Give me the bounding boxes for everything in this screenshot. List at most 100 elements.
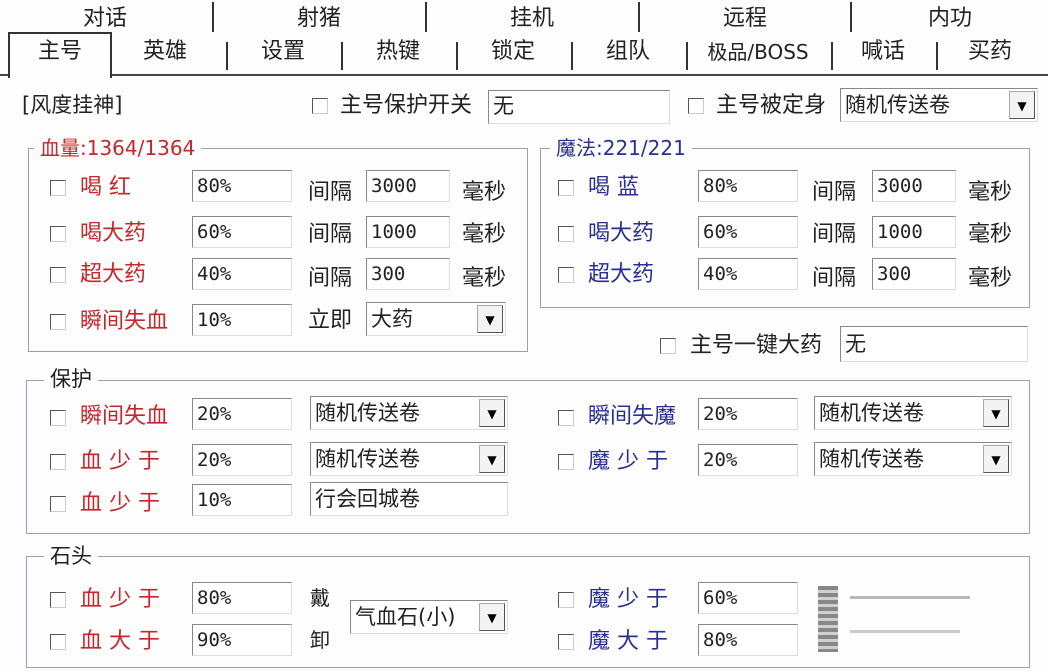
mp-row-checkbox[interactable] — [558, 267, 574, 283]
tab-bar-main: 主号 英雄 设置 热键 锁定 组队 极品/BOSS 喊话 买药 — [0, 32, 1048, 78]
hp-instant-now-label: 立即 — [308, 308, 353, 333]
mp-row-percent[interactable]: 80% — [698, 170, 798, 202]
hp-row-interval[interactable]: 300 — [366, 258, 450, 290]
protect-left-checkbox[interactable] — [50, 410, 66, 426]
protect-left-select-value: 随机传送卷 — [315, 401, 420, 425]
page-title: [风度挂神] — [22, 93, 123, 117]
protect-left-select[interactable]: 行会回城卷 — [310, 482, 508, 516]
protect-left-checkbox[interactable] — [50, 496, 66, 512]
stone-right-percent[interactable]: 60% — [698, 582, 798, 614]
frozen-select[interactable]: 随机传送卷 ▼ — [840, 88, 1038, 122]
hp-row-label: 喝 红 — [80, 175, 131, 200]
hp-row-checkbox[interactable] — [50, 226, 66, 242]
hp-row-checkbox[interactable] — [50, 180, 66, 196]
protect-left-checkbox[interactable] — [50, 454, 66, 470]
protect-right-select[interactable]: 随机传送卷 ▼ — [814, 396, 1012, 430]
obscured-line — [850, 596, 970, 599]
hp-instant-select[interactable]: 大药 ▼ — [366, 302, 506, 336]
mp-row-unit: 毫秒 — [968, 180, 1013, 205]
mp-row-interval-label: 间隔 — [812, 222, 857, 247]
mp-group-legend: 魔法:221/221 — [550, 137, 692, 159]
tab-hero[interactable]: 英雄 — [112, 34, 218, 72]
tab-shout[interactable]: 喊话 — [833, 34, 933, 72]
protect-right-select-value: 随机传送卷 — [819, 447, 924, 471]
mp-row-label: 超大药 — [588, 262, 655, 287]
hp-row-interval[interactable]: 1000 — [366, 216, 450, 248]
stone-unequip-label: 卸 — [310, 628, 330, 652]
chevron-down-icon[interactable]: ▼ — [479, 603, 505, 631]
mp-row-checkbox[interactable] — [558, 226, 574, 242]
stone-left-percent[interactable]: 90% — [192, 624, 292, 656]
chevron-down-icon[interactable]: ▼ — [479, 445, 505, 473]
chevron-down-icon[interactable]: ▼ — [983, 399, 1009, 427]
tab-team[interactable]: 组队 — [573, 34, 683, 72]
protect-left-percent[interactable]: 20% — [192, 444, 292, 476]
hp-instant-label: 瞬间失血 — [80, 309, 169, 334]
tab-lock[interactable]: 锁定 — [458, 34, 568, 72]
frozen-label: 主号被定身 — [716, 93, 827, 118]
hp-row-interval-label: 间隔 — [308, 180, 353, 205]
tab-chat[interactable]: 对话 — [0, 0, 210, 34]
mp-row-interval[interactable]: 300 — [872, 258, 956, 290]
hp-row-percent[interactable]: 40% — [192, 258, 292, 290]
stone-left-percent[interactable]: 80% — [192, 582, 292, 614]
tab-shoot-pig[interactable]: 射猪 — [214, 0, 424, 34]
stone-equip-label: 戴 — [310, 586, 330, 610]
obscured-line — [850, 630, 960, 633]
hp-row-interval-label: 间隔 — [308, 266, 353, 291]
hp-row-interval[interactable]: 3000 — [366, 170, 450, 202]
tab-bar-top: 对话 射猪 挂机 远程 内功 — [0, 0, 1048, 34]
stone-left-checkbox[interactable] — [50, 634, 66, 650]
protect-right-percent[interactable]: 20% — [698, 398, 798, 430]
stone-right-checkbox[interactable] — [558, 592, 574, 608]
tab-buy-potion[interactable]: 买药 — [938, 34, 1042, 72]
hp-row-percent[interactable]: 80% — [192, 170, 292, 202]
protect-right-checkbox[interactable] — [558, 410, 574, 426]
hp-instant-percent[interactable]: 10% — [192, 304, 292, 336]
stone-type-select-value: 气血石(小) — [355, 605, 456, 629]
frozen-checkbox[interactable] — [688, 98, 704, 114]
chevron-down-icon[interactable]: ▼ — [477, 305, 503, 333]
hp-row-percent[interactable]: 60% — [192, 216, 292, 248]
protect-left-select[interactable]: 随机传送卷 ▼ — [310, 396, 508, 430]
one-key-label: 主号一键大药 — [690, 333, 823, 358]
chevron-down-icon[interactable]: ▼ — [479, 399, 505, 427]
protect-left-percent[interactable]: 20% — [192, 398, 292, 430]
protect-switch-label: 主号保护开关 — [340, 93, 473, 118]
one-key-field[interactable]: 无 — [840, 326, 1028, 362]
mp-row-unit: 毫秒 — [968, 266, 1013, 291]
protect-switch-field[interactable]: 无 — [488, 90, 670, 124]
hp-row-checkbox[interactable] — [50, 267, 66, 283]
protect-right-select[interactable]: 随机传送卷 ▼ — [814, 442, 1012, 476]
protect-left-select-value: 随机传送卷 — [315, 447, 420, 471]
stone-left-label: 血 少 于 — [80, 587, 160, 612]
chevron-down-icon[interactable]: ▼ — [983, 445, 1009, 473]
protect-right-percent[interactable]: 20% — [698, 444, 798, 476]
protect-left-select[interactable]: 随机传送卷 ▼ — [310, 442, 508, 476]
tab-auto[interactable]: 挂机 — [427, 0, 637, 34]
chevron-down-icon[interactable]: ▼ — [1009, 91, 1035, 119]
tab-remote[interactable]: 远程 — [640, 0, 850, 34]
protect-right-checkbox[interactable] — [558, 454, 574, 470]
stone-right-percent[interactable]: 80% — [698, 624, 798, 656]
mp-row-checkbox[interactable] — [558, 180, 574, 196]
hp-row-unit: 毫秒 — [462, 222, 507, 247]
mp-row-interval[interactable]: 1000 — [872, 216, 956, 248]
tab-main-account[interactable]: 主号 — [8, 32, 112, 78]
tab-rare-boss[interactable]: 极品/BOSS — [688, 34, 828, 72]
mp-row-percent[interactable]: 40% — [698, 258, 798, 290]
one-key-checkbox[interactable] — [660, 338, 676, 354]
stone-type-select[interactable]: 气血石(小) ▼ — [350, 600, 508, 634]
mp-row-interval[interactable]: 3000 — [872, 170, 956, 202]
protect-switch-checkbox[interactable] — [312, 98, 328, 114]
mp-row-interval-label: 间隔 — [812, 180, 857, 205]
mp-row-percent[interactable]: 60% — [698, 216, 798, 248]
stone-left-checkbox[interactable] — [50, 592, 66, 608]
tab-hotkeys[interactable]: 热键 — [343, 34, 453, 72]
protect-left-percent[interactable]: 10% — [192, 484, 292, 516]
tab-settings[interactable]: 设置 — [228, 34, 338, 72]
tab-inner-power[interactable]: 内功 — [852, 0, 1048, 34]
stone-group — [26, 556, 1030, 668]
stone-right-checkbox[interactable] — [558, 634, 574, 650]
hp-instant-checkbox[interactable] — [50, 314, 66, 330]
